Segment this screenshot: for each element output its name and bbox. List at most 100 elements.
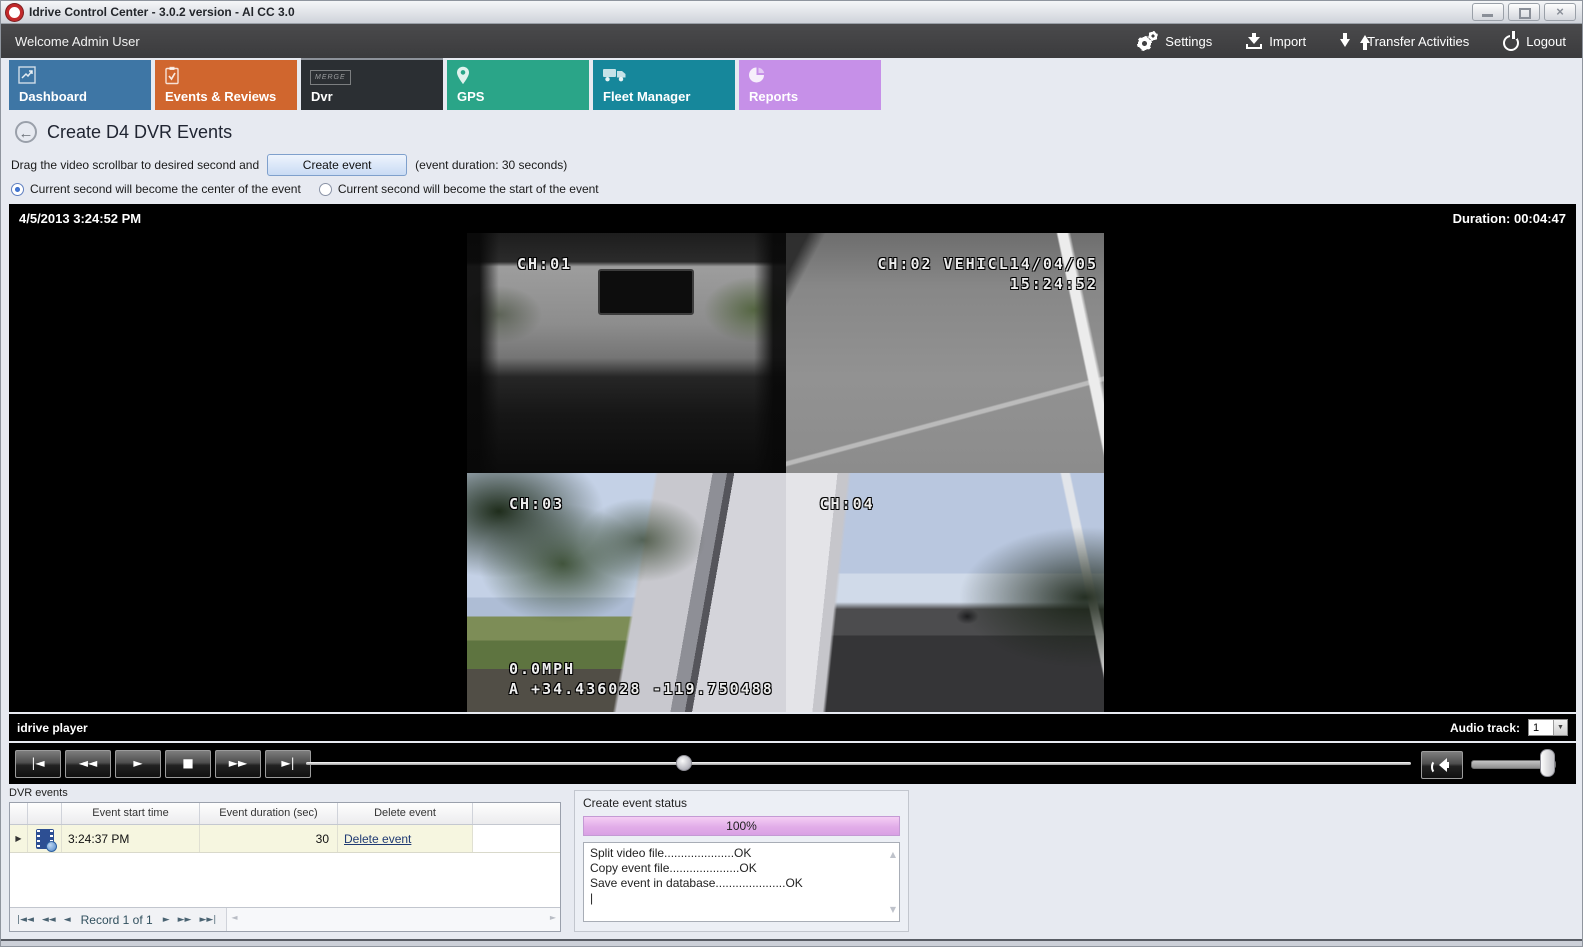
settings-label: Settings [1165,34,1212,49]
delete-event-link[interactable]: Delete event [338,832,411,846]
pie-chart-icon [748,66,766,89]
pager-next-icon[interactable]: ► [159,915,174,925]
dvr-events-table: Event start time Event duration (sec) De… [9,802,561,932]
header-delete-event[interactable]: Delete event [338,803,473,824]
tab-fleet-manager-label: Fleet Manager [603,89,690,104]
tab-gps-label: GPS [457,89,484,104]
player-title: idrive player [17,721,88,735]
skip-to-start-button[interactable]: |◄ [15,750,61,778]
fast-forward-button[interactable]: ►► [215,750,261,778]
transfer-arrows-icon [1340,33,1360,50]
tab-gps[interactable]: GPS [447,60,589,110]
ch3-gps-coords: A +34.436028 -119.750488 [509,680,774,698]
gears-icon [1137,31,1158,51]
scroll-left-icon[interactable]: ◄ [231,913,237,922]
create-event-status-panel: Create event status 100% Split video fil… [574,790,909,932]
table-row[interactable]: 3:24:37 PM 30 Delete event [10,825,560,853]
header-event-start-time[interactable]: Event start time [62,803,200,824]
radio-center-of-event[interactable] [11,183,24,196]
event-video-cell[interactable] [28,825,62,852]
progress-bar: 100% [583,816,900,836]
tab-reports[interactable]: Reports [739,60,881,110]
log-line: Split video file.....................OK [590,846,883,861]
logout-label: Logout [1526,34,1566,49]
log-caret: | [590,891,883,906]
event-start-time-cell: 3:24:37 PM [62,825,200,852]
radio-center-label: Current second will become the center of… [30,182,301,196]
skip-to-end-button[interactable]: ►| [265,750,311,778]
instruction-prefix: Drag the video scrollbar to desired seco… [11,158,259,172]
pager-next-page-icon[interactable]: ►► [174,915,196,925]
audio-track-value: 1 [1529,722,1553,734]
main-tabs: Dashboard Events & Reviews MERGE Dvr GPS… [9,60,881,110]
status-panel-title: Create event status [575,791,908,814]
back-button[interactable]: ← [15,121,37,143]
tab-events-reviews[interactable]: Events & Reviews [155,60,297,110]
table-header-row: Event start time Event duration (sec) De… [10,803,560,825]
video-channel-4: CH:04 [786,473,1105,713]
volume-slider-thumb[interactable] [1540,749,1555,777]
ch3-speed: 0.0MPH [509,660,575,678]
seek-slider-thumb[interactable] [676,755,692,771]
desktop-strip [1,941,1582,947]
create-event-button[interactable]: Create event [267,154,407,176]
tab-dvr-label: Dvr [311,89,333,104]
transfer-activities-button[interactable]: Transfer Activities [1340,33,1469,50]
mute-button[interactable] [1421,751,1463,779]
pager-last-icon[interactable]: ►►| [195,915,220,925]
bottom-panel: DVR events Event start time Event durati… [1,784,1582,947]
header-event-duration[interactable]: Event duration (sec) [200,803,338,824]
header-icon-col [28,803,62,824]
import-label: Import [1269,34,1306,49]
video-area: CH:01 CH:02 VEHICL14/04/05 15:24:52 CH:0… [9,232,1576,712]
audio-track-select[interactable]: 1 ▼ [1528,719,1568,736]
close-button[interactable]: × [1544,3,1576,21]
pager-prev-page-icon[interactable]: ◄◄ [38,915,60,925]
delete-event-cell: Delete event [338,825,473,852]
settings-button[interactable]: Settings [1137,31,1212,51]
play-button[interactable]: ► [115,750,161,778]
power-icon [1503,35,1519,51]
text-cursor-pointer [1558,670,1560,685]
rewind-button[interactable]: ◄◄ [65,750,111,778]
logout-button[interactable]: Logout [1503,32,1566,51]
tab-dashboard[interactable]: Dashboard [9,60,151,110]
instruction-suffix: (event duration: 30 seconds) [415,158,567,172]
ch2-label: CH:02 VEHICL [877,255,1009,273]
radio-start-of-event[interactable] [319,183,332,196]
speaker-icon [1431,758,1453,772]
video-channel-2: CH:02 VEHICL14/04/05 15:24:52 [786,233,1105,473]
maximize-button[interactable] [1508,3,1540,21]
instruction-row: Drag the video scrollbar to desired seco… [11,154,567,176]
scroll-right-icon[interactable]: ► [550,913,556,922]
clipboard-check-icon [164,66,180,90]
horizontal-scrollbar[interactable]: ◄ ► [226,908,560,931]
tab-dashboard-label: Dashboard [19,89,87,104]
video-frame: CH:01 CH:02 VEHICL14/04/05 15:24:52 CH:0… [467,233,1104,712]
minimize-icon [1482,14,1493,17]
pager-first-icon[interactable]: |◄◄ [10,915,38,925]
map-pin-icon [456,66,470,90]
row-marker-icon [10,825,28,852]
status-log-box: Split video file.....................OK … [583,842,900,922]
scroll-down-icon[interactable]: ▼ [890,902,896,917]
download-icon [1246,33,1262,49]
seek-slider-track[interactable] [306,762,1411,765]
tab-dvr[interactable]: MERGE Dvr [301,58,443,110]
stop-button[interactable]: ■ [165,750,211,778]
rearview-mirror [598,269,694,315]
dvr-events-label: DVR events [9,787,68,799]
audio-track-label: Audio track: [1450,721,1520,735]
tab-fleet-manager[interactable]: Fleet Manager [593,60,735,110]
window-titlebar: Idrive Control Center - 3.0.2 version - … [1,1,1582,24]
table-pager: |◄◄ ◄◄ ◄ Record 1 of 1 ► ►► ►►| ◄ ► [10,907,560,931]
ch3-label: CH:03 [509,495,564,513]
import-button[interactable]: Import [1246,33,1306,49]
empty-cell [473,825,560,852]
ch4-label: CH:04 [820,495,875,513]
minimize-button[interactable] [1472,3,1504,21]
pager-prev-icon[interactable]: ◄ [60,915,75,925]
log-line: Save event in database..................… [590,876,883,891]
merge-badge-icon: MERGE [310,66,351,85]
scroll-up-icon[interactable]: ▲ [890,847,896,862]
